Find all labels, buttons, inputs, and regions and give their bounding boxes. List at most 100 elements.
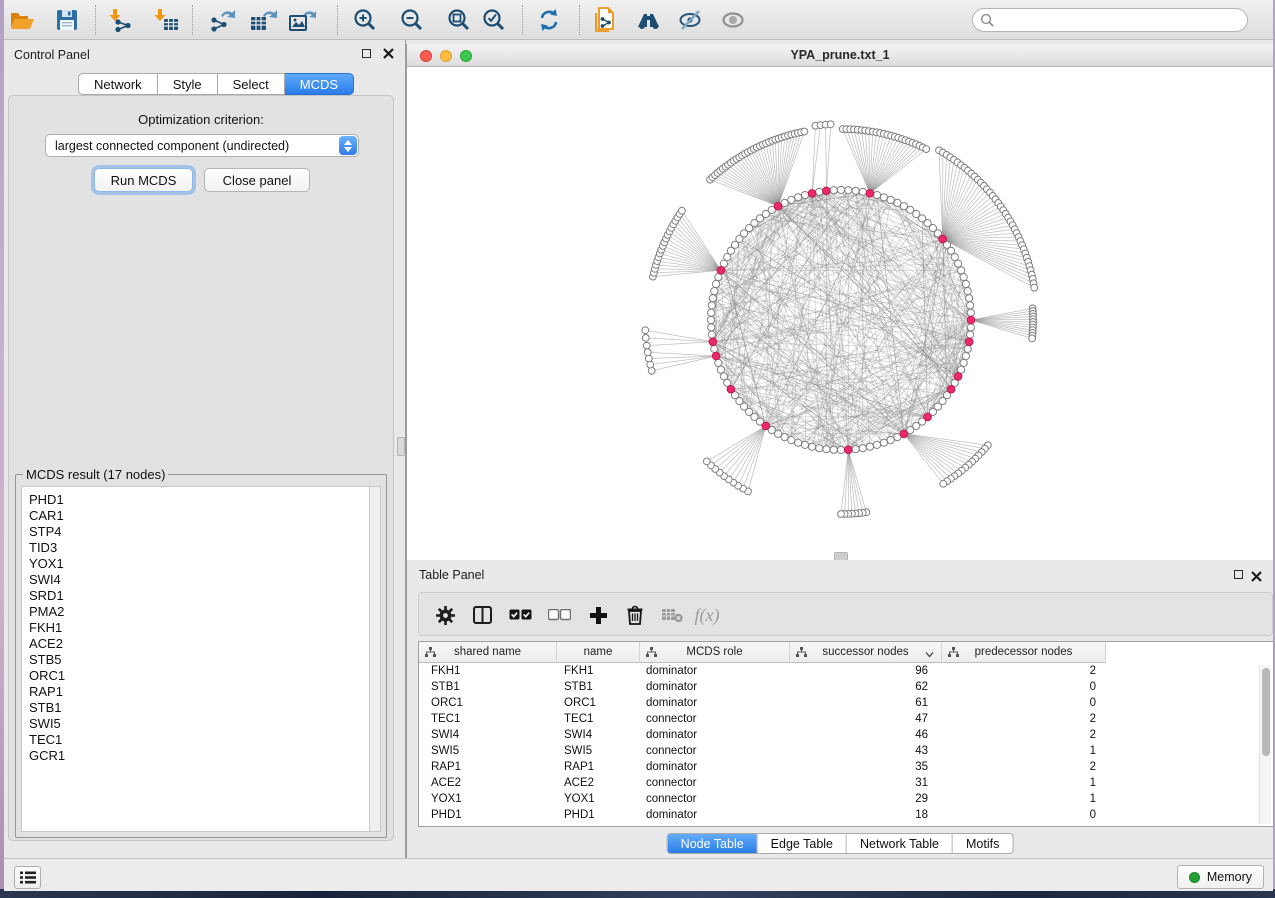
table-row[interactable]: SWI5SWI5connector431: [419, 743, 1273, 759]
zoom-out-button[interactable]: [395, 3, 429, 37]
tab-node-table[interactable]: Node Table: [668, 834, 758, 853]
table-row[interactable]: SWI4SWI4dominator462: [419, 727, 1273, 743]
table-cell[interactable]: dominator: [640, 679, 790, 695]
tab-style[interactable]: Style: [158, 73, 218, 95]
export-network-button[interactable]: [205, 3, 239, 37]
table-cell[interactable]: 2: [942, 711, 1106, 727]
network-window-titlebar[interactable]: YPA_prune.txt_1: [407, 44, 1273, 67]
refresh-view-button[interactable]: [532, 3, 566, 37]
task-history-button[interactable]: [14, 866, 41, 889]
table-cell[interactable]: STB1: [419, 679, 557, 695]
table-cell[interactable]: 18: [790, 807, 942, 823]
memory-button[interactable]: Memory: [1177, 865, 1264, 889]
table-cell[interactable]: 0: [942, 695, 1106, 711]
table-cell[interactable]: 0: [942, 679, 1106, 695]
table-cell[interactable]: YOX1: [419, 791, 557, 807]
select-all-button[interactable]: [505, 600, 535, 630]
table-cell[interactable]: 1: [942, 743, 1106, 759]
table-cell[interactable]: TEC1: [557, 711, 640, 727]
mcds-result-item[interactable]: ORC1: [29, 668, 369, 684]
deselect-all-button[interactable]: [544, 600, 574, 630]
search-input[interactable]: [994, 10, 1247, 30]
table-cell[interactable]: 96: [790, 663, 942, 679]
import-network-button[interactable]: [105, 3, 139, 37]
mcds-result-item[interactable]: STP4: [29, 524, 369, 540]
table-cell[interactable]: YOX1: [557, 791, 640, 807]
table-cell[interactable]: PHD1: [419, 807, 557, 823]
mcds-result-item[interactable]: SWI5: [29, 716, 369, 732]
float-panel-icon[interactable]: [362, 49, 371, 58]
table-cell[interactable]: 31: [790, 775, 942, 791]
mcds-result-item[interactable]: TID3: [29, 540, 369, 556]
mcds-result-item[interactable]: ACE2: [29, 636, 369, 652]
mcds-result-item[interactable]: STB5: [29, 652, 369, 668]
scrollbar-thumb[interactable]: [1262, 668, 1270, 756]
column-header-shared-name[interactable]: shared name: [419, 642, 557, 663]
delete-column-button[interactable]: [620, 600, 650, 630]
open-session-button[interactable]: [5, 3, 39, 37]
column-header-successor-nodes[interactable]: successor nodes: [790, 642, 942, 663]
mcds-result-item[interactable]: YOX1: [29, 556, 369, 572]
table-row[interactable]: ACE2ACE2connector311: [419, 775, 1273, 791]
close-mcds-button[interactable]: Close panel: [204, 168, 310, 192]
tab-select[interactable]: Select: [218, 73, 285, 95]
tab-mcds[interactable]: MCDS: [285, 73, 354, 95]
table-cell[interactable]: 62: [790, 679, 942, 695]
export-table-button[interactable]: [246, 3, 280, 37]
table-row[interactable]: FKH1FKH1dominator962: [419, 663, 1273, 679]
table-cell[interactable]: 2: [942, 663, 1106, 679]
table-cell[interactable]: SWI4: [557, 727, 640, 743]
table-row[interactable]: YOX1YOX1connector291: [419, 791, 1273, 807]
save-session-button[interactable]: [50, 3, 84, 37]
mcds-result-item[interactable]: SRD1: [29, 588, 369, 604]
table-row[interactable]: ORC1ORC1dominator610: [419, 695, 1273, 711]
table-cell[interactable]: 1: [942, 791, 1106, 807]
table-cell[interactable]: RAP1: [419, 759, 557, 775]
mcds-result-item[interactable]: RAP1: [29, 684, 369, 700]
table-cell[interactable]: connector: [640, 743, 790, 759]
network-canvas[interactable]: [407, 67, 1273, 560]
table-settings-button[interactable]: [430, 600, 460, 630]
table-cell[interactable]: 35: [790, 759, 942, 775]
result-scrollbar[interactable]: [369, 486, 381, 832]
table-cell[interactable]: 1: [942, 775, 1106, 791]
tab-edge-table[interactable]: Edge Table: [758, 834, 847, 853]
close-panel-icon[interactable]: [383, 48, 394, 59]
mcds-result-item[interactable]: STB1: [29, 700, 369, 716]
float-table-panel-icon[interactable]: [1234, 570, 1243, 579]
table-cell[interactable]: connector: [640, 775, 790, 791]
table-cell[interactable]: TEC1: [419, 711, 557, 727]
table-cell[interactable]: PHD1: [557, 807, 640, 823]
search-network-button[interactable]: [634, 3, 668, 37]
split-handle-vertical[interactable]: [397, 437, 405, 456]
mcds-result-item[interactable]: FKH1: [29, 620, 369, 636]
criterion-select[interactable]: largest connected component (undirected): [45, 134, 359, 157]
table-row[interactable]: TEC1TEC1connector472: [419, 711, 1273, 727]
table-row[interactable]: RAP1RAP1dominator352: [419, 759, 1273, 775]
tab-network-table[interactable]: Network Table: [847, 834, 953, 853]
table-row[interactable]: PHD1PHD1dominator180: [419, 807, 1273, 823]
table-cell[interactable]: ORC1: [557, 695, 640, 711]
table-cell[interactable]: SWI5: [419, 743, 557, 759]
table-cell[interactable]: 0: [942, 807, 1106, 823]
table-cell[interactable]: dominator: [640, 759, 790, 775]
table-cell[interactable]: dominator: [640, 695, 790, 711]
table-cell[interactable]: dominator: [640, 727, 790, 743]
show-columns-button[interactable]: [467, 600, 497, 630]
table-cell[interactable]: 46: [790, 727, 942, 743]
table-cell[interactable]: 47: [790, 711, 942, 727]
mcds-result-item[interactable]: TEC1: [29, 732, 369, 748]
table-cell[interactable]: 61: [790, 695, 942, 711]
table-cell[interactable]: ACE2: [419, 775, 557, 791]
table-cell[interactable]: connector: [640, 711, 790, 727]
zoom-fit-button[interactable]: [442, 3, 476, 37]
table-cell[interactable]: connector: [640, 791, 790, 807]
mcds-result-item[interactable]: PMA2: [29, 604, 369, 620]
zoom-in-button[interactable]: [348, 3, 382, 37]
column-header-MCDS-role[interactable]: MCDS role: [640, 642, 790, 663]
table-cell[interactable]: ORC1: [419, 695, 557, 711]
table-cell[interactable]: 29: [790, 791, 942, 807]
table-cell[interactable]: FKH1: [419, 663, 557, 679]
table-cell[interactable]: SWI4: [419, 727, 557, 743]
mcds-result-item[interactable]: SWI4: [29, 572, 369, 588]
